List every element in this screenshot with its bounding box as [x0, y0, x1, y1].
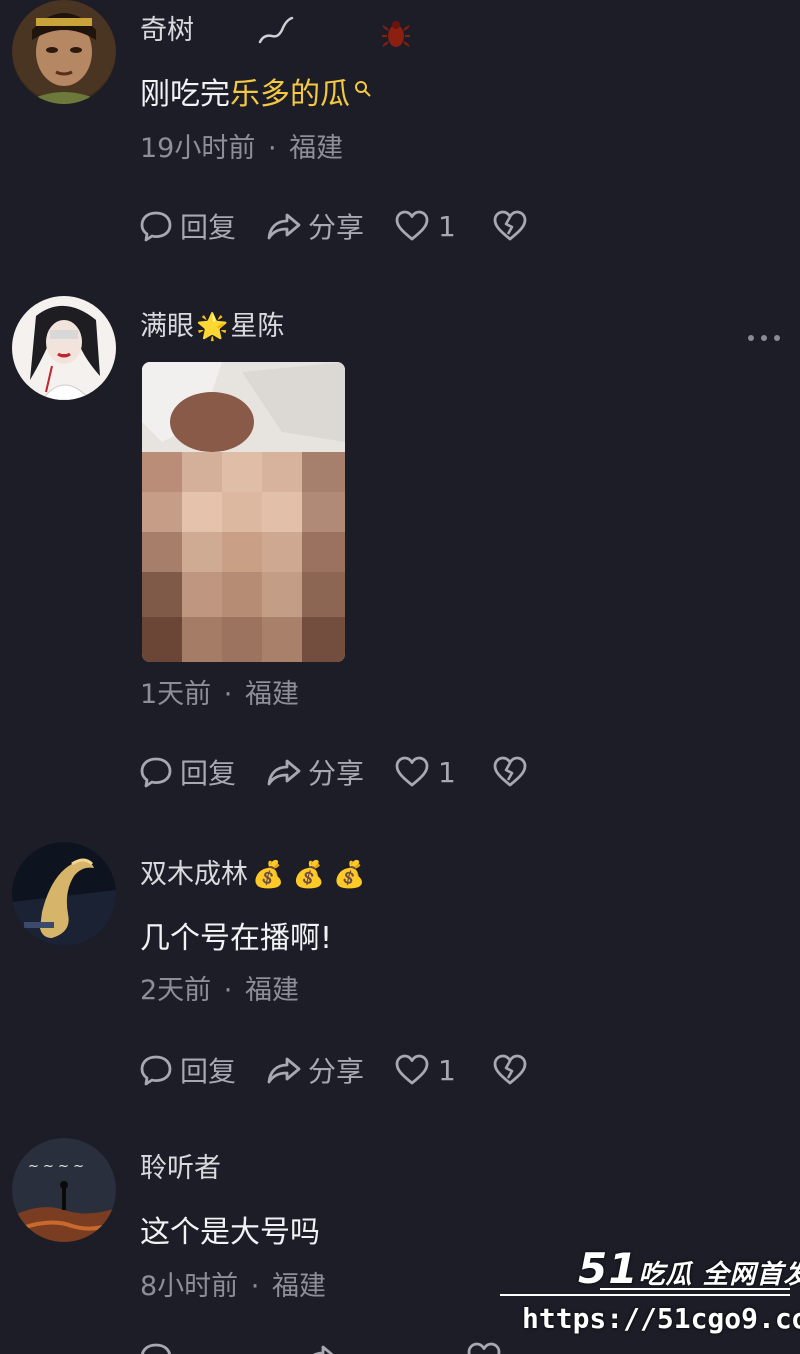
comment-meta: 8小时前 · 福建 — [140, 1270, 326, 1304]
share-icon — [267, 213, 301, 240]
separator: · — [267, 133, 277, 164]
comment-text-plain: 几个号在播啊! — [140, 921, 333, 956]
dot-icon — [761, 335, 767, 341]
reply-button[interactable]: 回复 — [138, 752, 236, 792]
timestamp: 19小时前 — [140, 133, 256, 164]
reply-label: 回复 — [180, 1055, 237, 1088]
dislike-button[interactable] — [492, 754, 528, 790]
reply-button[interactable]: 回复 — [138, 206, 236, 246]
share-button[interactable]: 分享 — [266, 206, 364, 246]
topic-link[interactable]: 乐多的瓜 — [230, 77, 350, 112]
comment-actions: 回复 分享 1 — [138, 752, 558, 792]
separator: · — [250, 1271, 260, 1302]
reply-button[interactable]: 回复 — [138, 1050, 236, 1090]
broken-heart-icon — [493, 756, 527, 787]
reply-button[interactable] — [138, 1340, 180, 1354]
avatar-caption: ~ ~ ~ ~ — [28, 1159, 84, 1174]
broken-heart-icon — [493, 1054, 527, 1085]
pixelated-image — [142, 362, 345, 662]
reply-label: 回复 — [180, 757, 237, 790]
share-icon — [313, 1345, 334, 1354]
like-count: 1 — [438, 209, 456, 243]
comment-actions: 回复 分享 1 — [138, 206, 558, 246]
reply-label: 回复 — [180, 211, 237, 244]
watermark-url: https://51cgo9.com — [522, 1302, 800, 1335]
share-icon — [267, 1057, 301, 1084]
like-button[interactable]: 1 — [394, 1052, 456, 1088]
money-bag-emojis: 💰 💰 💰 — [252, 860, 366, 890]
dot-icon — [748, 335, 754, 341]
share-label: 分享 — [308, 757, 365, 790]
avatar[interactable] — [12, 842, 116, 946]
avatar[interactable] — [12, 296, 116, 400]
comment-text: 这个是大号吗 — [140, 1214, 320, 1252]
share-icon — [267, 759, 301, 786]
comment-image[interactable] — [142, 362, 345, 662]
location: 福建 — [244, 679, 299, 710]
bug-badge-icon — [382, 21, 410, 47]
watermark-divider — [500, 1294, 790, 1296]
watermark-brand-text: 吃瓜 全网首发 — [638, 1260, 800, 1290]
star-emoji: 🌟 — [196, 312, 229, 342]
comment-actions — [138, 1340, 538, 1354]
reply-icon — [140, 757, 172, 788]
like-button[interactable]: 1 — [394, 208, 456, 244]
timestamp: 8小时前 — [140, 1271, 239, 1302]
share-label: 分享 — [308, 1055, 365, 1088]
comment-text: 几个号在播啊! — [140, 920, 332, 958]
comment-list: 奇树 刚吃完乐多的瓜 19小时前 · 福建 回复 分享 1 满眼🌟星陈 1天前 … — [0, 0, 800, 1354]
watermark-brand-number: 51 — [578, 1244, 639, 1293]
username-text: 聆听者 — [140, 1153, 221, 1184]
dot-icon — [774, 335, 780, 341]
wave-badge-icon — [258, 16, 294, 44]
watermark: 51吃瓜 全网首发 https://51cgo9.com — [500, 1240, 800, 1354]
username-text: 满眼 — [140, 311, 194, 342]
timestamp: 1天前 — [140, 679, 212, 710]
reply-icon — [140, 1343, 172, 1354]
search-icon[interactable] — [354, 80, 372, 98]
separator: · — [223, 679, 233, 710]
comment-text-plain: 这个是大号吗 — [140, 1215, 320, 1250]
reply-icon — [140, 1055, 172, 1086]
heart-icon — [467, 1342, 501, 1354]
location: 福建 — [244, 975, 299, 1006]
username[interactable]: 奇树 — [140, 14, 194, 48]
comment-actions: 回复 分享 1 — [138, 1050, 558, 1090]
share-button[interactable]: 分享 — [266, 752, 364, 792]
share-button[interactable]: 分享 — [266, 1050, 364, 1090]
like-button[interactable]: 1 — [394, 754, 456, 790]
heart-icon — [395, 756, 429, 787]
like-count: 1 — [438, 1053, 456, 1087]
comment-meta: 1天前 · 福建 — [140, 678, 299, 712]
share-button[interactable] — [302, 1340, 344, 1354]
username[interactable]: 双木成林 💰 💰 💰 — [140, 858, 366, 892]
share-label: 分享 — [308, 211, 365, 244]
separator: · — [223, 975, 233, 1006]
username[interactable]: 聆听者 — [140, 1152, 221, 1186]
username-text: 奇树 — [140, 15, 194, 46]
location: 福建 — [271, 1271, 326, 1302]
username-text: 双木成林 — [140, 859, 248, 890]
username-text: 星陈 — [230, 311, 285, 342]
like-count: 1 — [438, 755, 456, 789]
comment-text: 刚吃完乐多的瓜 — [140, 76, 372, 114]
username[interactable]: 满眼🌟星陈 — [140, 310, 284, 344]
avatar[interactable] — [12, 0, 116, 104]
dislike-button[interactable] — [492, 208, 528, 244]
watermark-divider — [600, 1288, 790, 1290]
broken-heart-icon — [493, 210, 527, 241]
dislike-button[interactable] — [492, 1052, 528, 1088]
comment-meta: 19小时前 · 福建 — [140, 132, 343, 166]
comment-meta: 2天前 · 福建 — [140, 974, 299, 1008]
heart-icon — [395, 210, 429, 241]
heart-icon — [395, 1054, 429, 1085]
more-options-button[interactable] — [748, 330, 780, 346]
comment-text-plain: 刚吃完 — [140, 77, 230, 112]
avatar[interactable]: ~ ~ ~ ~ — [12, 1138, 116, 1242]
watermark-brand: 51吃瓜 全网首发 — [578, 1244, 800, 1293]
reply-icon — [140, 211, 172, 242]
location: 福建 — [289, 133, 344, 164]
timestamp: 2天前 — [140, 975, 212, 1006]
